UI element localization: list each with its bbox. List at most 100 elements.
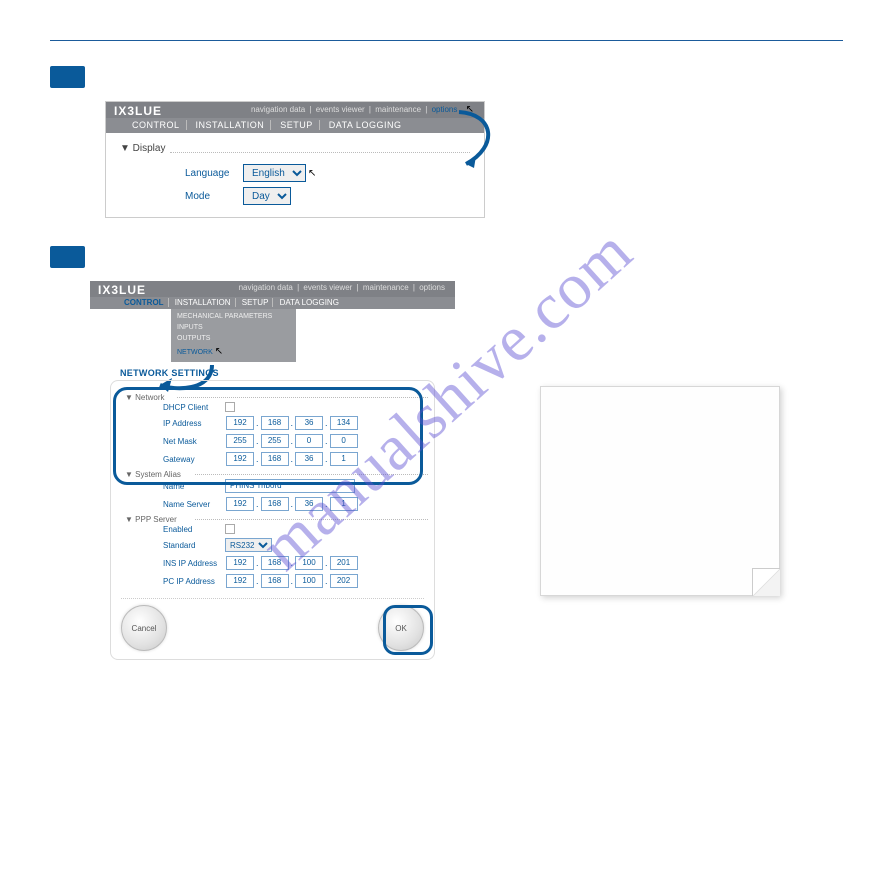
ok-label: OK: [395, 624, 407, 633]
ns-oct-1[interactable]: 192: [226, 497, 254, 511]
top-links: navigation data | events viewer | mainte…: [249, 104, 476, 115]
ns-oct-3[interactable]: 36: [295, 497, 323, 511]
menu-data-logging[interactable]: DATA LOGGING: [323, 120, 408, 130]
main-menu-2: CONTROL INSTALLATION SETUP DATA LOGGING: [90, 297, 455, 309]
network-settings-heading: NETWORK SETTINGS: [120, 368, 455, 378]
link-events[interactable]: events viewer: [314, 105, 367, 114]
logo: IX3LUE: [114, 104, 162, 118]
sub-network[interactable]: NETWORK↖: [177, 344, 290, 359]
pcip-oct-1[interactable]: 192: [226, 574, 254, 588]
insip-oct-3[interactable]: 100: [295, 556, 323, 570]
link-nav-data[interactable]: navigation data: [237, 283, 295, 292]
enabled-label: Enabled: [163, 525, 225, 534]
logo: IX3LUE: [98, 283, 146, 297]
row-enabled: Enabled: [163, 524, 428, 534]
gw-label: Gateway: [163, 455, 225, 464]
page-fold-icon: [752, 568, 780, 596]
gw-oct-1[interactable]: 192: [226, 452, 254, 466]
top-links-2: navigation data | events viewer | mainte…: [237, 283, 447, 292]
divider: [195, 519, 428, 520]
ip-oct-1[interactable]: 192: [226, 416, 254, 430]
row-ip: IP Address 192. 168. 36. 134: [163, 416, 428, 430]
row-gateway: Gateway 192. 168. 36. 1: [163, 452, 428, 466]
mask-label: Net Mask: [163, 437, 225, 446]
sub-inputs[interactable]: INPUTS: [177, 322, 290, 333]
link-events[interactable]: events viewer: [301, 283, 354, 292]
gw-oct-4[interactable]: 1: [330, 452, 358, 466]
network-config-panel: ▼ Network DHCP Client IP Address 192. 16…: [110, 380, 435, 660]
mask-oct-3[interactable]: 0: [295, 434, 323, 448]
cursor-icon: ↖: [215, 346, 223, 357]
mask-oct-2[interactable]: 255: [261, 434, 289, 448]
cursor-icon: ↖: [308, 168, 316, 179]
link-nav-data[interactable]: navigation data: [249, 105, 307, 114]
row-standard: Standard RS232: [163, 538, 428, 552]
cancel-button[interactable]: Cancel: [121, 605, 167, 651]
display-panel: ▼ Display Language English ↖ Mode Day: [106, 133, 484, 217]
dialog-buttons: Cancel OK: [117, 599, 428, 651]
ip-oct-3[interactable]: 36: [295, 416, 323, 430]
installation-submenu: MECHANICAL PARAMETERS INPUTS OUTPUTS NET…: [171, 309, 296, 362]
row-ins-ip: INS IP Address 192. 168. 100. 201: [163, 556, 428, 570]
mask-oct-4[interactable]: 0: [330, 434, 358, 448]
main-menu: CONTROL INSTALLATION SETUP DATA LOGGING: [106, 118, 484, 133]
cursor-icon: ↖: [464, 104, 476, 115]
top-rule: [50, 40, 843, 41]
name-input[interactable]: PHINS Tribord: [225, 479, 355, 493]
insip-oct-1[interactable]: 192: [226, 556, 254, 570]
name-label: Name: [163, 482, 225, 491]
gw-oct-2[interactable]: 168: [261, 452, 289, 466]
menu-control[interactable]: CONTROL: [120, 298, 169, 307]
language-label: Language: [185, 168, 243, 179]
divider: [195, 474, 428, 475]
divider: [170, 152, 470, 153]
ip-oct-4[interactable]: 134: [330, 416, 358, 430]
dhcp-checkbox[interactable]: [225, 402, 235, 412]
sub-outputs[interactable]: OUTPUTS: [177, 333, 290, 344]
pcip-oct-3[interactable]: 100: [295, 574, 323, 588]
step-tag-2: [50, 246, 85, 268]
dhcp-label: DHCP Client: [163, 403, 225, 412]
link-options[interactable]: options: [430, 105, 460, 114]
link-options[interactable]: options: [417, 283, 447, 292]
divider: [177, 397, 428, 398]
menu-installation[interactable]: INSTALLATION: [171, 298, 236, 307]
note-placeholder: [540, 386, 780, 596]
row-name: Name PHINS Tribord: [163, 479, 428, 493]
link-maintenance[interactable]: maintenance: [361, 283, 411, 292]
row-nameserver: Name Server 192. 168. 36. 1: [163, 497, 428, 511]
ns-oct-2[interactable]: 168: [261, 497, 289, 511]
menu-setup[interactable]: SETUP: [238, 298, 274, 307]
ns-oct-4[interactable]: 1: [330, 497, 358, 511]
row-dhcp: DHCP Client: [163, 402, 428, 412]
step-tag-1: [50, 66, 85, 88]
panel-title-text: ▼ Display: [120, 143, 165, 154]
menu-setup[interactable]: SETUP: [274, 120, 320, 130]
header-bar-2: IX3LUE navigation data | events viewer |…: [90, 281, 455, 297]
screenshot-network-settings: IX3LUE navigation data | events viewer |…: [90, 281, 455, 660]
menu-data-logging[interactable]: DATA LOGGING: [276, 298, 343, 307]
screenshot-display-options: IX3LUE navigation data | events viewer |…: [105, 101, 485, 218]
link-maintenance[interactable]: maintenance: [373, 105, 423, 114]
menu-control[interactable]: CONTROL: [126, 120, 187, 130]
ip-label: IP Address: [163, 419, 225, 428]
ns-label: Name Server: [163, 500, 225, 509]
header-bar: IX3LUE navigation data | events viewer |…: [106, 102, 484, 118]
gw-oct-3[interactable]: 36: [295, 452, 323, 466]
sub-mech-params[interactable]: MECHANICAL PARAMETERS: [177, 311, 290, 322]
language-select[interactable]: English: [243, 164, 306, 182]
ip-oct-2[interactable]: 168: [261, 416, 289, 430]
ok-button[interactable]: OK: [378, 605, 424, 651]
pcip-oct-4[interactable]: 202: [330, 574, 358, 588]
insip-oct-2[interactable]: 168: [261, 556, 289, 570]
menu-installation[interactable]: INSTALLATION: [190, 120, 272, 130]
row-pc-ip: PC IP Address 192. 168. 100. 202: [163, 574, 428, 588]
standard-select[interactable]: RS232: [225, 538, 272, 552]
pcip-oct-2[interactable]: 168: [261, 574, 289, 588]
mode-select[interactable]: Day: [243, 187, 291, 205]
row-mask: Net Mask 255. 255. 0. 0: [163, 434, 428, 448]
enabled-checkbox[interactable]: [225, 524, 235, 534]
insip-oct-4[interactable]: 201: [330, 556, 358, 570]
insip-label: INS IP Address: [163, 559, 225, 568]
mask-oct-1[interactable]: 255: [226, 434, 254, 448]
